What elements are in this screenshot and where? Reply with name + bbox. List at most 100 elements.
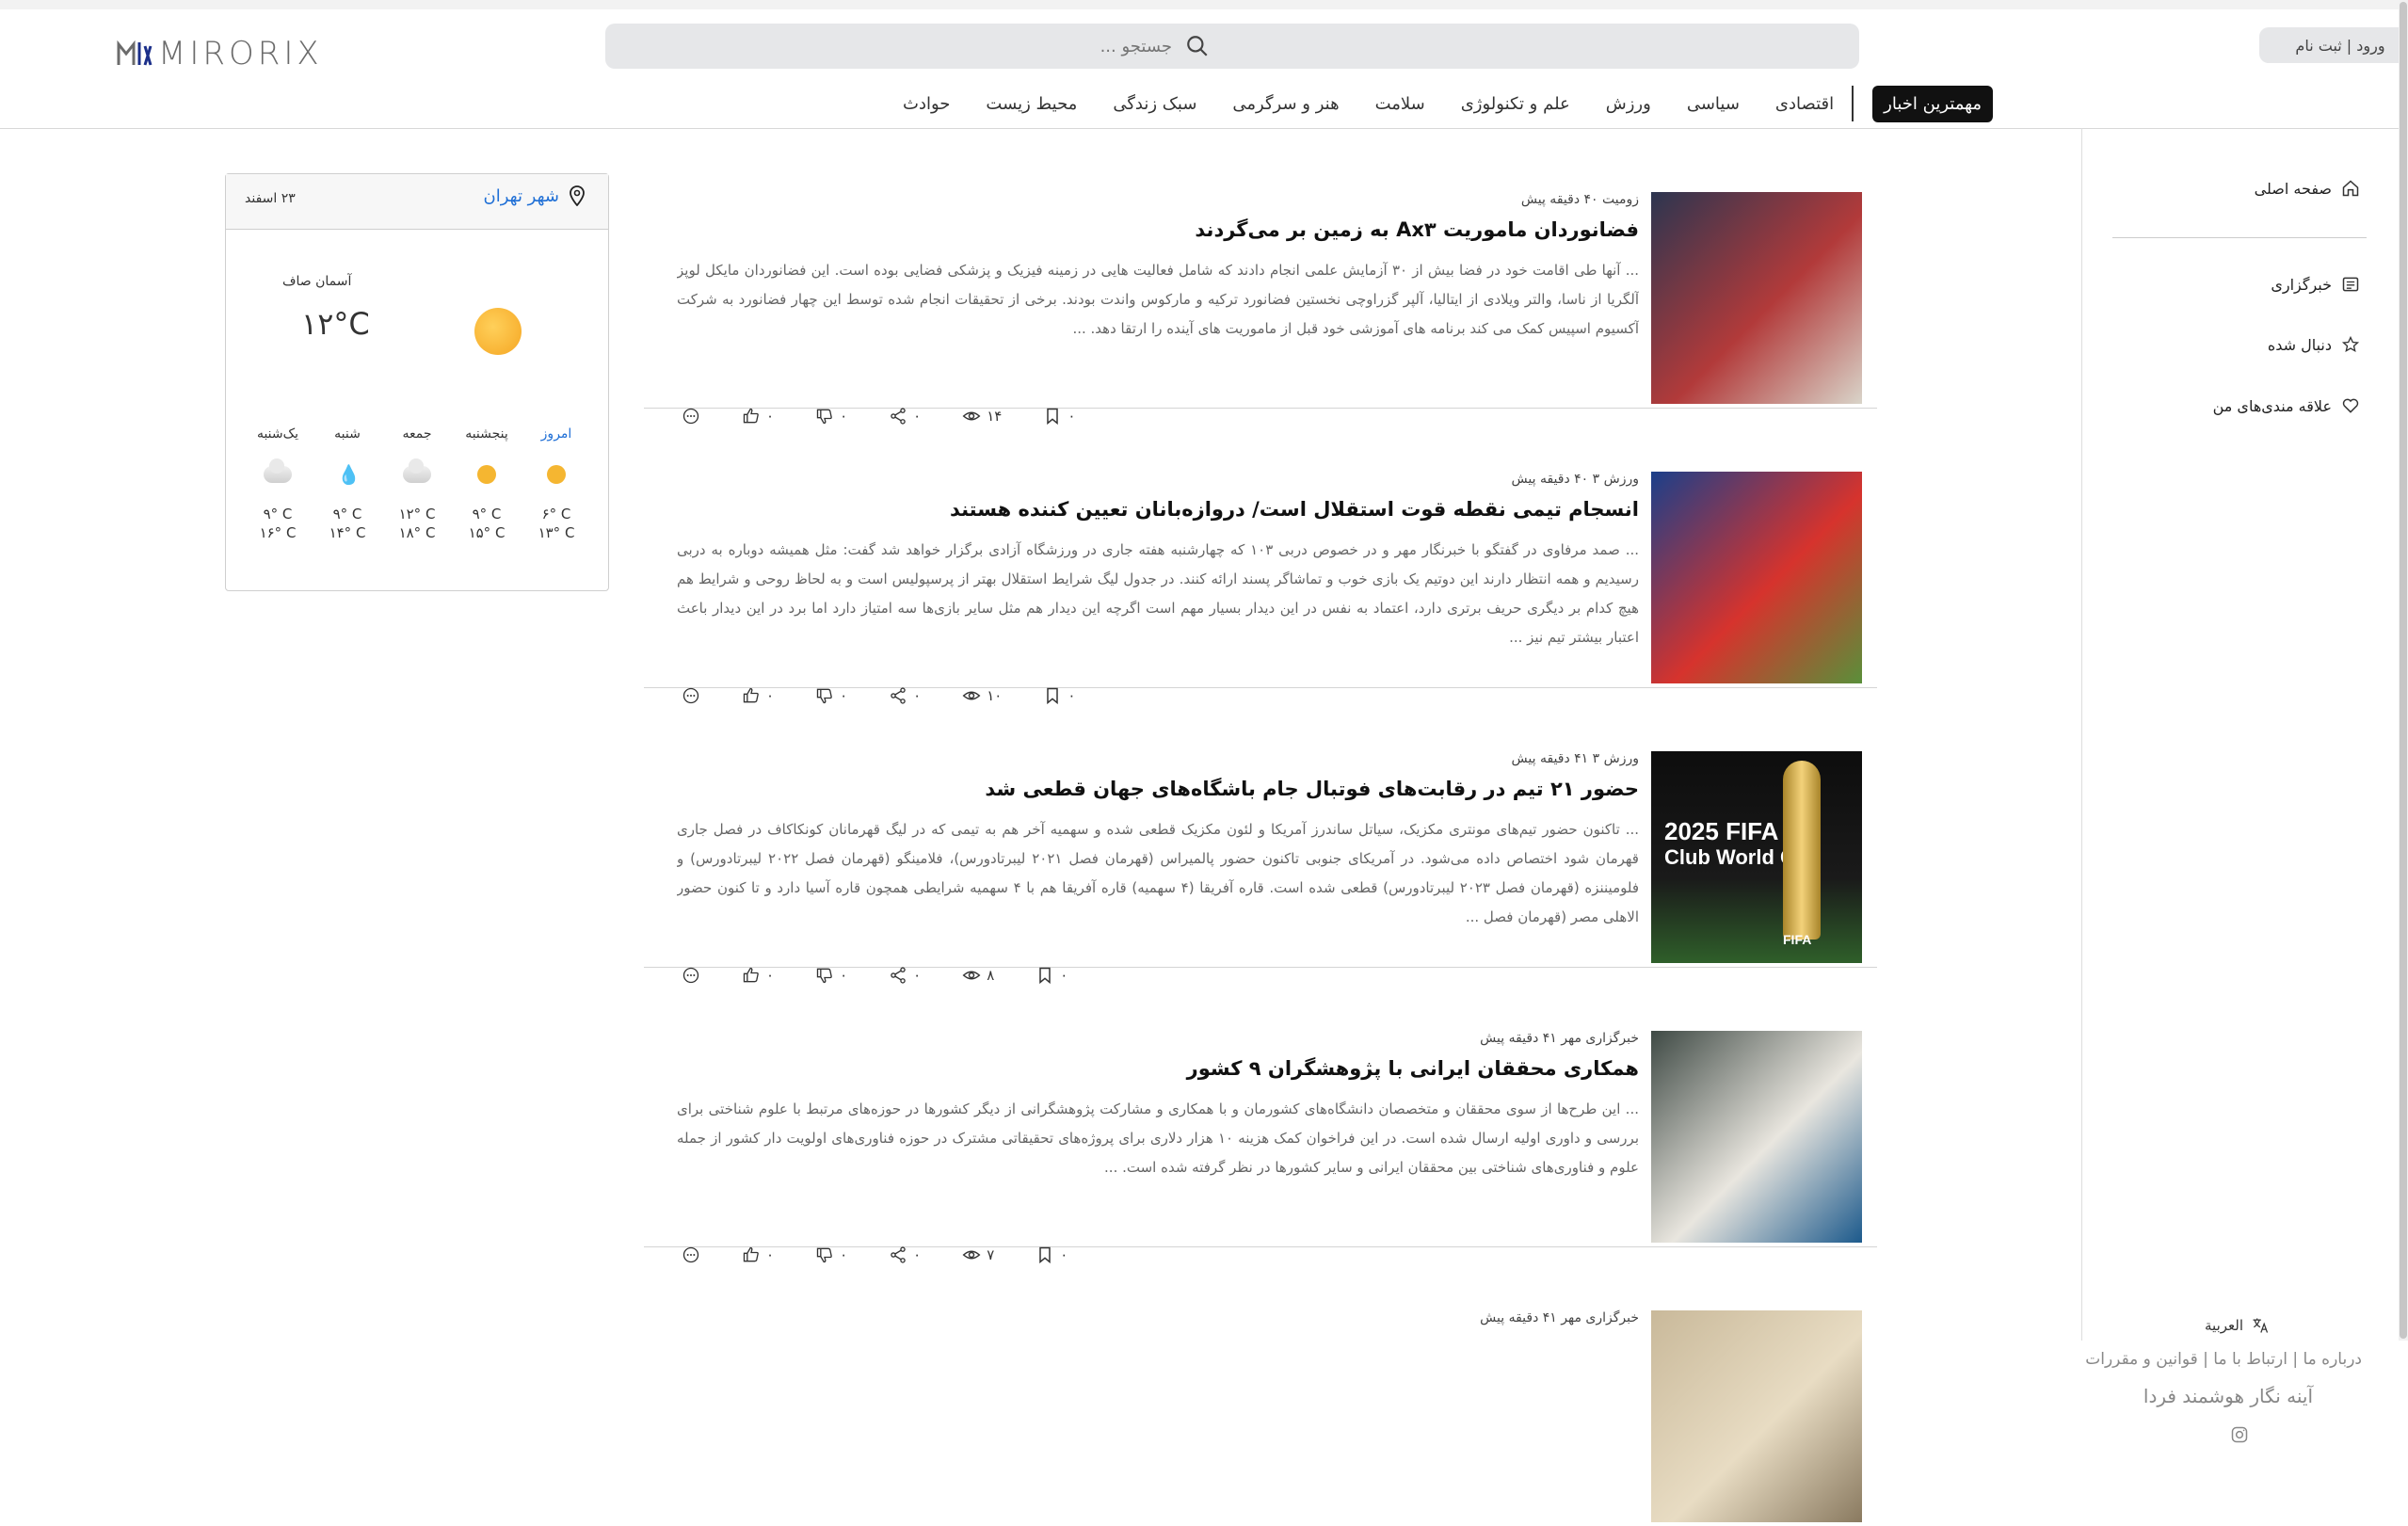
- instagram-link[interactable]: [2230, 1425, 2249, 1448]
- sidebar-item-favorites[interactable]: علاقه مندی‌های من: [2213, 396, 2360, 415]
- forecast-day-label: پنجشنبه: [465, 426, 508, 442]
- sidebar-item-followed[interactable]: دنبال شده: [2268, 335, 2360, 354]
- scrollbar-thumb[interactable]: [2400, 2, 2407, 1339]
- article-title[interactable]: فضانوردان ماموریت Ax۳ به زمین بر می‌گردن…: [1195, 218, 1639, 241]
- forecast-icon: [247, 451, 309, 498]
- forecast-icon: [386, 451, 448, 498]
- sidebar-item-agency[interactable]: خبرگزاری: [2271, 275, 2360, 294]
- nav-item[interactable]: سبک زندگی: [1113, 94, 1196, 114]
- category-nav: مهمترین اخبار اقتصادی سیاسی ورزش علم و تکنول…: [885, 80, 1994, 127]
- nav-item[interactable]: ورزش: [1606, 94, 1651, 114]
- forecast-max: ۶° C: [541, 506, 571, 522]
- sidebar-item-label: دنبال شده: [2267, 335, 2332, 354]
- article-meta: خبرگزاری مهر ۴۱ دقیقه پیش: [1480, 1310, 1639, 1325]
- sun-icon: [477, 465, 496, 484]
- weather-city-label: شهر تهران: [483, 185, 560, 206]
- forecast-day: امروز ۶° C ۱۳° C: [525, 426, 587, 541]
- forecast-day-label: شنبه: [334, 426, 361, 442]
- forecast-day: پنجشنبه ۹° C ۱۵° C: [456, 426, 518, 541]
- forecast-max: ۹° C: [263, 506, 293, 522]
- article-summary: ... تاکنون حضور تیم‌های مونتری مکزیک، سی…: [677, 821, 1639, 925]
- cloud-icon: [264, 458, 292, 483]
- top-strip: [0, 0, 2408, 9]
- home-icon: [2342, 180, 2359, 197]
- nav-separator: [1852, 86, 1854, 121]
- article-thumbnail[interactable]: [1651, 192, 1862, 404]
- sidebar-item-label: علاقه مندی‌های من: [2212, 396, 2332, 415]
- header: MIRORIX ورود | ثبت نام مهمترین اخبار اقتص…: [0, 9, 2408, 129]
- rain-icon: 💧: [337, 463, 361, 486]
- trophy-icon: [1783, 761, 1821, 940]
- forecast-min: ۱۳° C: [538, 524, 575, 541]
- article-meta: ورزش ۳ ۴۱ دقیقه پیش: [1511, 751, 1639, 766]
- search-bar[interactable]: [605, 24, 1859, 69]
- logo[interactable]: MIRORIX: [117, 30, 323, 77]
- article-thumbnail[interactable]: [1651, 472, 1862, 683]
- nav-item[interactable]: محیط زیست: [986, 94, 1077, 114]
- article-summary: ... صمد مرفاوی در گفتگو با خبرنگار مهر و…: [677, 541, 1639, 646]
- news-article[interactable]: ورزش ۳ ۴۰ دقیقه پیش انسجام تیمی نقطه قوت …: [644, 408, 1877, 705]
- forecast-min: ۱۵° C: [468, 524, 506, 541]
- weather-condition: آسمان صاف: [282, 274, 352, 289]
- article-thumbnail[interactable]: 2025 FIFA Club World Cup FIFA: [1651, 751, 1862, 963]
- forecast-day-label: جمعه: [402, 426, 432, 442]
- article-thumbnail[interactable]: [1651, 1310, 1862, 1522]
- forecast-day-label: یک‌شنبه: [256, 426, 299, 442]
- nav-item[interactable]: هنر و سرگرمی: [1232, 94, 1339, 114]
- cloud-icon: [403, 458, 431, 483]
- nav-item[interactable]: حوادث: [903, 94, 950, 114]
- language-switch[interactable]: العربية: [2205, 1316, 2270, 1335]
- article-title[interactable]: همکاری محققان ایرانی با پژوهشگران ۹ کشور: [1187, 1057, 1639, 1080]
- newspaper-icon: [2342, 277, 2359, 292]
- article-meta: ورزش ۳ ۴۰ دقیقه پیش: [1511, 472, 1639, 487]
- nav-item[interactable]: مهمترین اخبار: [1872, 85, 1994, 122]
- logo-mark-icon: [117, 40, 153, 66]
- forecast-icon: 💧: [316, 451, 378, 498]
- news-article[interactable]: زومیت ۴۰ دقیقه پیش فضانوردان ماموریت Ax۳ …: [644, 128, 1877, 426]
- weather-widget: شهر تهران ۲۳ اسفند آسمان صاف ۱۲°C امروز ۶…: [225, 173, 609, 591]
- sidebar-item-home[interactable]: صفحه اصلی: [2255, 179, 2360, 198]
- language-label: العربية: [2205, 1317, 2243, 1334]
- heart-icon: [2342, 398, 2359, 413]
- nav-item[interactable]: اقتصادی: [1775, 94, 1834, 114]
- nav-item[interactable]: سیاسی: [1687, 94, 1740, 114]
- forecast-min: ۱۴° C: [329, 524, 366, 541]
- forecast-day: یک‌شنبه ۹° C ۱۶° C: [247, 426, 309, 541]
- forecast-min: ۱۶° C: [259, 524, 297, 541]
- right-sidebar: صفحه اصلی خبرگزاری دنبال شده علاقه مندی‌…: [2081, 128, 2400, 1443]
- forecast-day: جمعه ۱۲° C ۱۸° C: [386, 426, 448, 541]
- login-button[interactable]: ورود | ثبت نام: [2259, 27, 2408, 63]
- sun-icon: [474, 308, 522, 355]
- news-article[interactable]: خبرگزاری مهر ۴۱ دقیقه پیش: [644, 1246, 1877, 1526]
- star-icon: [2341, 335, 2360, 352]
- weather-forecast: امروز ۶° C ۱۳° C پنجشنبه ۹° C ۱۵° C جمعه ۱۲° C ۱…: [226, 426, 608, 541]
- news-article[interactable]: 2025 FIFA Club World Cup FIFA ورزش ۳ ۴۱ دقی…: [644, 687, 1877, 985]
- article-meta: خبرگزاری مهر ۴۱ دقیقه پیش: [1480, 1031, 1639, 1046]
- forecast-min: ۱۸° C: [398, 524, 436, 541]
- forecast-icon: [525, 451, 587, 498]
- article-thumbnail[interactable]: [1651, 1031, 1862, 1243]
- divider: [2112, 237, 2367, 238]
- weather-city[interactable]: شهر تهران: [484, 185, 586, 206]
- news-article[interactable]: خبرگزاری مهر ۴۱ دقیقه پیش همکاری محققان ا…: [644, 967, 1877, 1264]
- article-title[interactable]: حضور ۲۱ تیم در رقابت‌های فوتبال جام باشگ…: [985, 778, 1639, 800]
- weather-temperature: ۱۲°C: [301, 306, 370, 342]
- sun-icon: [547, 465, 566, 484]
- nav-item[interactable]: علم و تکنولوژی: [1461, 94, 1570, 114]
- article-title[interactable]: انسجام تیمی نقطه قوت استقلال است/ دروازه…: [950, 498, 1639, 521]
- forecast-icon: [456, 451, 518, 498]
- forecast-day-label: امروز: [540, 426, 572, 442]
- weather-header: شهر تهران ۲۳ اسفند: [226, 174, 608, 230]
- article-summary: ... آنها طی اقامت خود در فضا بیش از ۳۰ آ…: [677, 262, 1639, 337]
- article-meta: زومیت ۴۰ دقیقه پیش: [1520, 192, 1639, 207]
- instagram-icon: [2231, 1426, 2248, 1443]
- search-icon[interactable]: [1185, 34, 1210, 58]
- nav-item[interactable]: سلامت: [1375, 94, 1425, 114]
- weather-date: ۲۳ اسفند: [245, 191, 296, 206]
- search-input[interactable]: [605, 35, 1174, 57]
- logo-text: MIRORIX: [158, 35, 323, 72]
- translate-icon: [2253, 1318, 2269, 1333]
- forecast-day: شنبه 💧 ۹° C ۱۴° C: [316, 426, 378, 541]
- footer-links[interactable]: درباره ما | ارتباط با ما | قوانین و مقرر…: [2085, 1350, 2362, 1369]
- thumbnail-caption: 2025 FIFA: [1664, 817, 1779, 845]
